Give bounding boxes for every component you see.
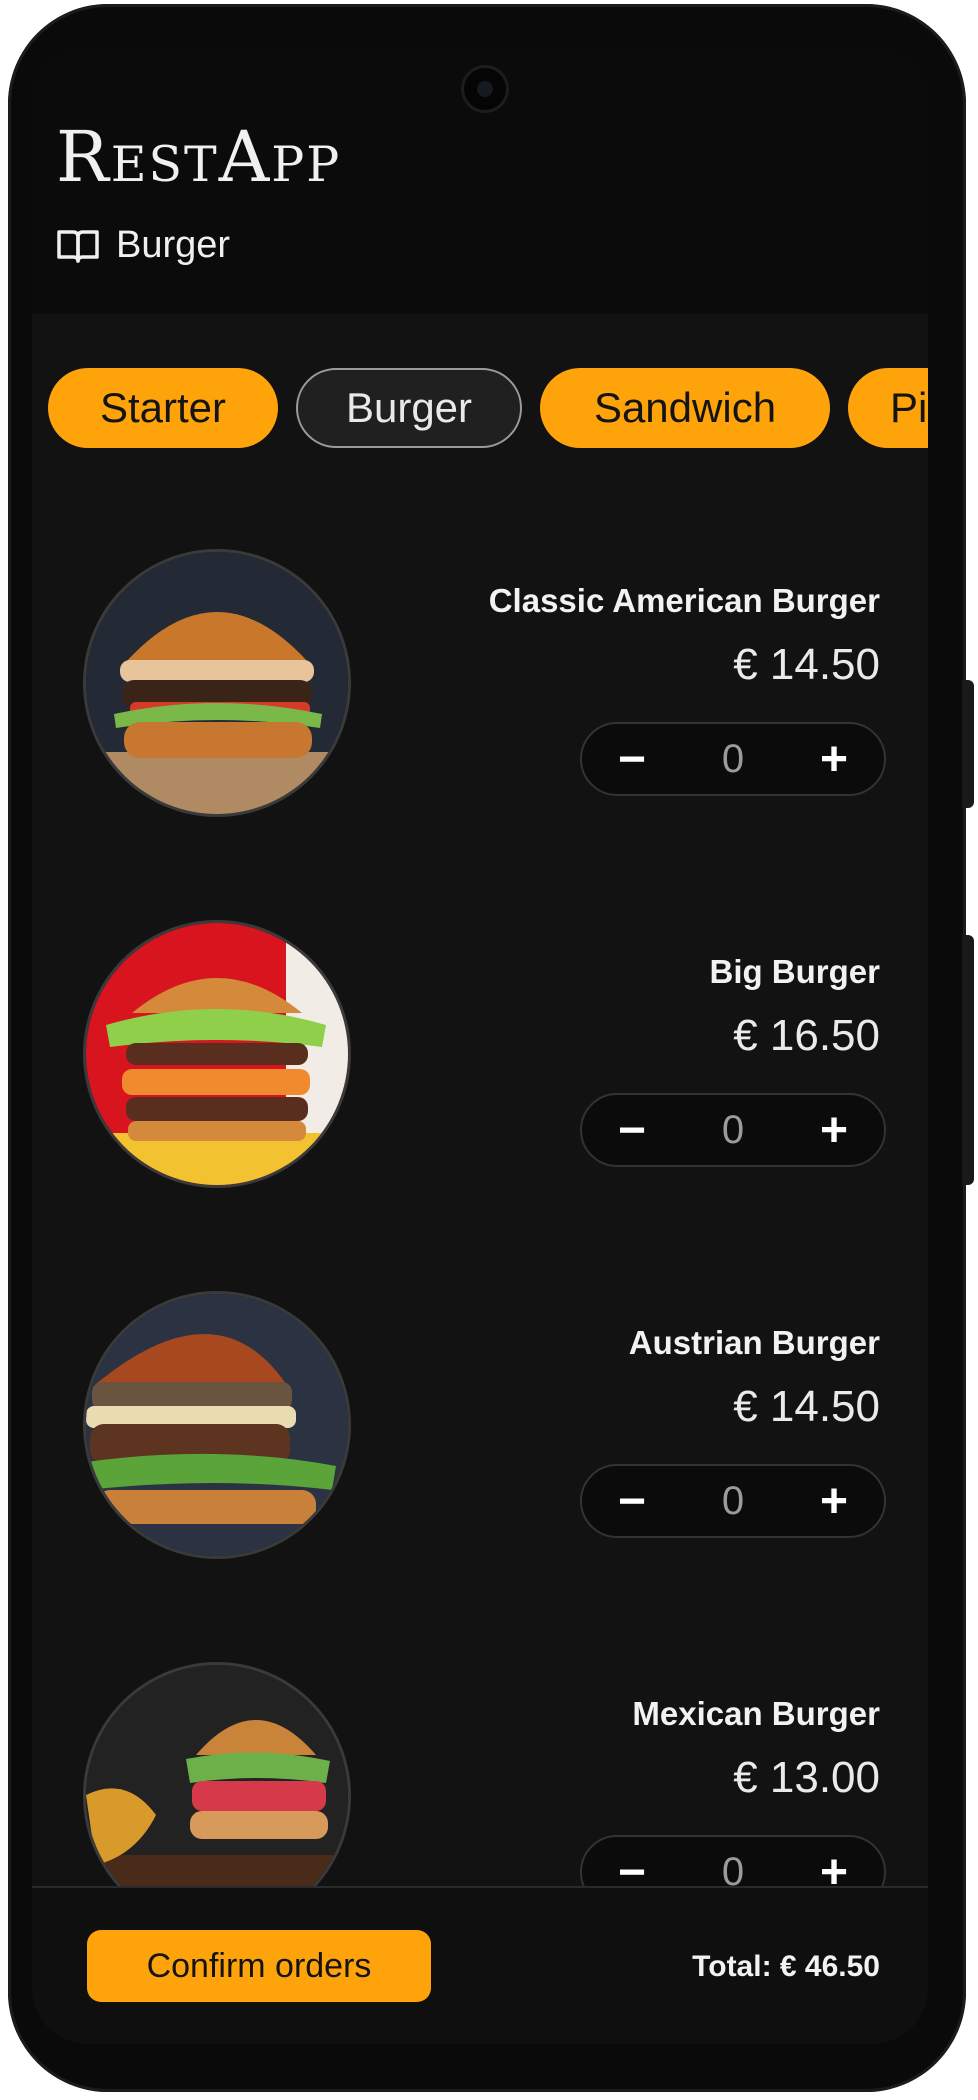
- menu-item: Classic American Burger € 14.50 − 0 +: [32, 552, 928, 822]
- order-footer: Confirm orders Total: € 46.50: [32, 1886, 928, 2044]
- dish-image: [86, 923, 348, 1185]
- quantity-value: 0: [721, 1107, 745, 1152]
- section-name: Burger: [116, 224, 231, 266]
- phone-side-button: [962, 680, 974, 808]
- item-price: € 14.50: [733, 640, 880, 689]
- increase-quantity-button[interactable]: +: [810, 733, 858, 786]
- item-name: Classic American Burger: [488, 582, 880, 619]
- decrease-quantity-button[interactable]: −: [608, 733, 656, 786]
- category-tab-sandwich[interactable]: Sandwich: [540, 368, 830, 448]
- phone-volume-button: [962, 935, 974, 1185]
- item-price: € 14.50: [733, 1382, 880, 1431]
- dish-image: [86, 552, 348, 814]
- increase-quantity-button[interactable]: +: [810, 1104, 858, 1157]
- order-total: Total: € 46.50: [692, 1950, 880, 1983]
- menu-item: Big Burger € 16.50 − 0 +: [32, 923, 928, 1193]
- item-price: € 16.50: [733, 1011, 880, 1060]
- quantity-stepper: − 0 +: [580, 1464, 886, 1538]
- book-icon: [57, 229, 99, 263]
- quantity-value: 0: [721, 1478, 745, 1523]
- app-screen: RestApp Burger Starter Burger Sandwich P…: [32, 46, 928, 2044]
- decrease-quantity-button[interactable]: −: [608, 1475, 656, 1528]
- item-name: Big Burger: [709, 953, 880, 990]
- confirm-orders-button[interactable]: Confirm orders: [87, 1930, 431, 2002]
- current-section: Burger: [56, 224, 230, 267]
- item-price: € 13.00: [733, 1753, 880, 1802]
- dish-image: [86, 1294, 348, 1556]
- increase-quantity-button[interactable]: +: [810, 1475, 858, 1528]
- item-name: Mexican Burger: [632, 1695, 880, 1732]
- app-title: RestApp: [56, 116, 342, 198]
- category-tab-starter[interactable]: Starter: [48, 368, 278, 448]
- menu-item: Austrian Burger € 14.50 − 0 +: [32, 1294, 928, 1564]
- category-tab-burger[interactable]: Burger: [296, 368, 522, 448]
- decrease-quantity-button[interactable]: −: [608, 1104, 656, 1157]
- category-tab-pi[interactable]: Pi: [848, 368, 928, 448]
- quantity-stepper: − 0 +: [580, 1093, 886, 1167]
- quantity-value: 0: [721, 736, 745, 781]
- item-name: Austrian Burger: [628, 1324, 880, 1361]
- category-tabs: Starter Burger Sandwich Pi: [32, 368, 928, 448]
- quantity-stepper: − 0 +: [580, 722, 886, 796]
- front-camera: [464, 68, 506, 110]
